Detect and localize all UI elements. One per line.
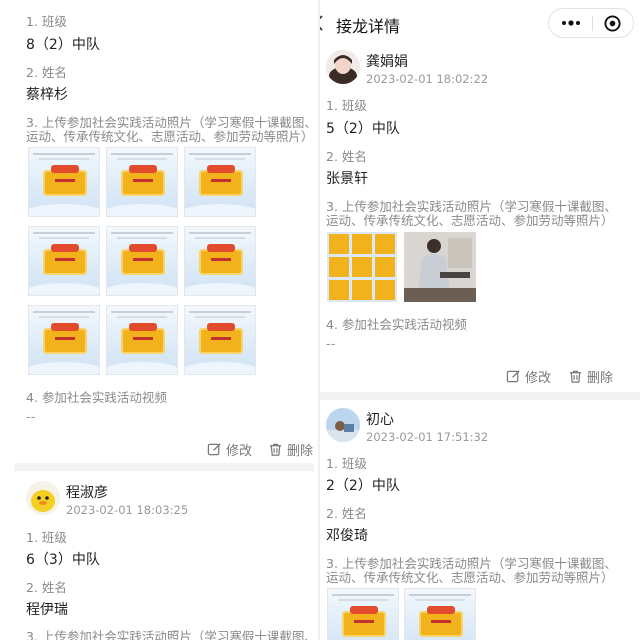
name-value: 张景轩 — [326, 171, 368, 187]
landscape-avatar-icon — [326, 408, 360, 442]
more-dots-icon[interactable] — [561, 20, 581, 26]
capsule-divider — [592, 16, 593, 31]
trash-icon — [269, 443, 282, 456]
q1-label: 1. 班级 — [26, 14, 67, 29]
video-value: -- — [26, 410, 36, 425]
delete-label: 删除 — [287, 444, 314, 459]
photo-thumbnail[interactable] — [184, 305, 256, 375]
duck-avatar-icon — [26, 481, 60, 515]
mini-program-capsule — [548, 8, 634, 38]
class-value: 8（2）中队 — [26, 37, 100, 53]
user-avatar — [326, 408, 360, 442]
photo-thumbnail[interactable] — [28, 147, 100, 217]
user-name: 龚娟娟 — [366, 54, 408, 70]
photo-thumbnail[interactable] — [28, 305, 100, 375]
q4-label: 4. 参加社会实践活动视频 — [26, 390, 167, 405]
user-name: 程淑彦 — [66, 485, 108, 501]
edit-label: 修改 — [226, 444, 253, 459]
q1-label: 1. 班级 — [326, 456, 367, 471]
q2-label: 2. 姓名 — [26, 580, 67, 595]
timestamp: 2023-02-01 18:02:22 — [366, 72, 489, 86]
photo-thumbnail[interactable] — [106, 147, 178, 217]
target-close-icon[interactable] — [604, 15, 621, 32]
photo-thumbnail[interactable] — [106, 226, 178, 296]
photo-thumbnail[interactable] — [184, 147, 256, 217]
edit-button[interactable]: 修改 — [207, 440, 252, 459]
trash-icon — [569, 370, 582, 383]
page-title: 接龙详情 — [336, 17, 401, 36]
q3-label-line2: 运动、传承传统文化、志愿活动、参加劳动等照片） — [326, 213, 614, 228]
delete-button[interactable]: 删除 — [268, 440, 313, 459]
photo-thumbnail[interactable] — [404, 588, 476, 640]
edit-icon — [506, 370, 520, 383]
q2-label: 2. 姓名 — [326, 149, 367, 164]
user-avatar — [326, 50, 360, 84]
activity-photo-thumbnail[interactable] — [404, 232, 476, 302]
name-value: 邓俊琦 — [326, 528, 368, 544]
name-value: 程伊瑞 — [26, 602, 68, 618]
delete-label: 删除 — [587, 371, 614, 386]
edit-icon — [207, 443, 221, 456]
q3-label-line2: 运动、传承传统文化、志愿活动、参加劳动等照片） — [26, 129, 314, 144]
entry-separator — [320, 392, 640, 400]
delete-button[interactable]: 删除 — [568, 367, 613, 386]
q1-label: 1. 班级 — [26, 530, 67, 545]
q3-label-line2: 运动、传承传统文化、志愿活动、参加劳动等照片） — [326, 570, 614, 585]
photo-thumbnail[interactable] — [28, 226, 100, 296]
video-value: -- — [326, 337, 336, 352]
right-screenshot-pane: 接龙详情 龚娟娟 2023-02-01 18:02:22 1. 班级 5（2）中… — [320, 0, 640, 640]
chevron-left-icon[interactable] — [320, 14, 326, 32]
timestamp: 2023-02-01 18:03:25 — [66, 503, 189, 517]
q2-label: 2. 姓名 — [26, 65, 67, 80]
left-screenshot-pane: 1. 班级 8（2）中队 2. 姓名 蔡梓杉 3. 上传参加社会实践活动照片（学… — [0, 0, 318, 640]
class-value: 2（2）中队 — [326, 478, 400, 494]
photo-thumbnail[interactable] — [106, 305, 178, 375]
photo-thumbnail[interactable] — [327, 588, 399, 640]
timestamp: 2023-02-01 17:51:32 — [366, 430, 489, 444]
class-value: 6（3）中队 — [26, 552, 100, 568]
user-avatar — [26, 481, 60, 515]
edit-button[interactable]: 修改 — [506, 367, 551, 386]
entry-separator — [14, 463, 314, 471]
photo-thumbnail[interactable] — [184, 226, 256, 296]
class-value: 5（2）中队 — [326, 121, 400, 137]
user-name: 初心 — [366, 412, 394, 428]
q3-label-line1: 3. 上传参加社会实践活动照片（学习寒假十课截图、 — [26, 629, 317, 640]
cooking-photo-icon — [404, 232, 476, 302]
person-avatar-icon — [326, 50, 360, 84]
q2-label: 2. 姓名 — [326, 506, 367, 521]
collage-photo-thumbnail[interactable] — [327, 232, 397, 302]
name-value: 蔡梓杉 — [26, 87, 68, 103]
q4-label: 4. 参加社会实践活动视频 — [326, 317, 467, 332]
edit-label: 修改 — [525, 371, 552, 386]
q1-label: 1. 班级 — [326, 98, 367, 113]
